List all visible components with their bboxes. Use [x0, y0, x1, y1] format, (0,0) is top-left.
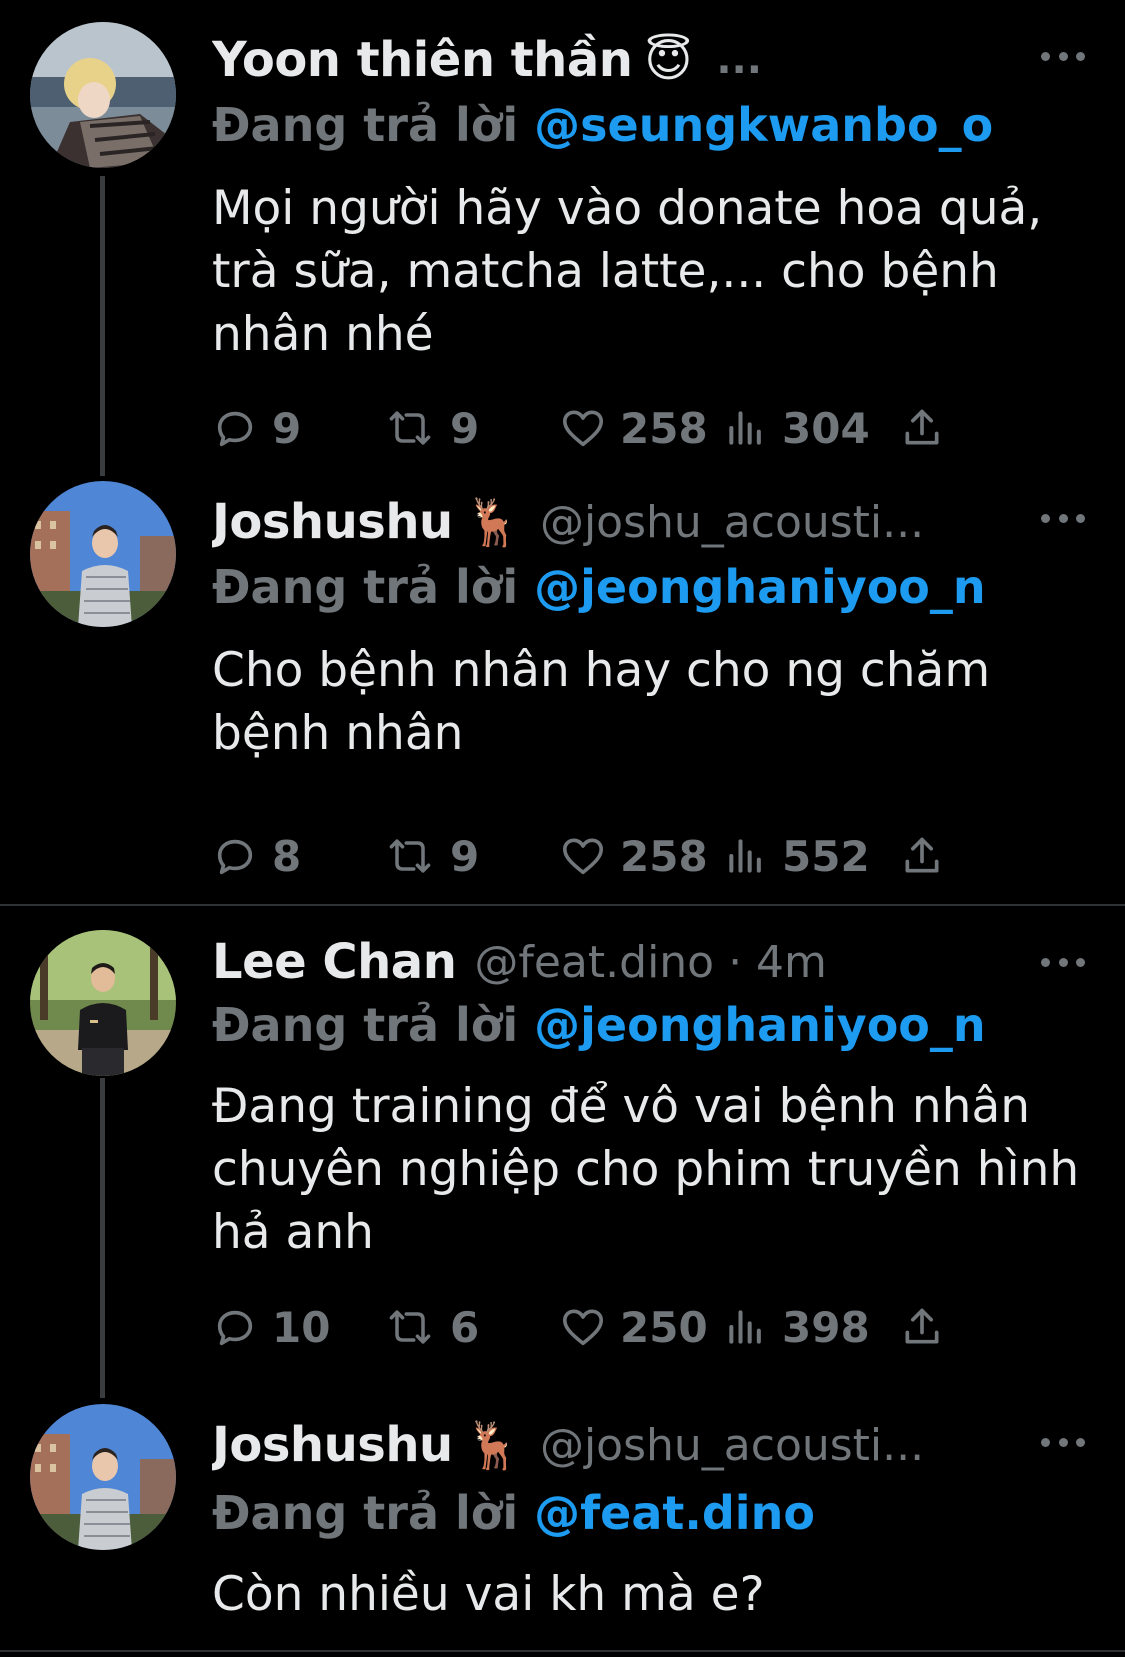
more-options-icon[interactable]	[1041, 952, 1085, 972]
views-count: 304	[782, 403, 870, 453]
views-button[interactable]: 552	[724, 826, 870, 886]
avatar[interactable]	[30, 1404, 176, 1550]
replying-to: Đang trả lời @jeonghaniyoo_n	[212, 995, 986, 1055]
share-icon	[905, 1308, 939, 1344]
share-button[interactable]	[900, 826, 958, 886]
reply-target-link[interactable]: @feat.dino	[534, 1486, 815, 1540]
views-icon	[729, 1310, 761, 1344]
replying-to-label: Đang trả lời	[212, 98, 519, 152]
tweet-text: Mọi người hãy vào donate hoa quả, trà sữ…	[212, 181, 1043, 362]
retweet-button[interactable]: 9	[384, 398, 479, 458]
share-icon	[905, 837, 939, 873]
reply-button[interactable]: 9	[212, 398, 301, 458]
retweet-button[interactable]: 6	[384, 1297, 479, 1357]
reply-count: 10	[272, 1302, 331, 1352]
retweet-count: 6	[450, 1302, 480, 1352]
views-icon	[729, 411, 761, 445]
replying-to-label: Đang trả lời	[212, 560, 519, 614]
more-options-icon[interactable]	[1041, 1432, 1085, 1452]
bottom-divider	[0, 1650, 1125, 1652]
display-name[interactable]: Yoon thiên thần	[212, 32, 633, 88]
deer-emoji-icon: 🦌	[464, 495, 522, 549]
retweet-count: 9	[450, 403, 480, 453]
thread-line	[100, 1078, 105, 1398]
tweet-header: Joshushu 🦌 @joshu_acousti...	[212, 1413, 1005, 1477]
user-handle[interactable]: @joshu_acousti...	[540, 1420, 924, 1471]
views-count: 552	[782, 831, 870, 881]
reply-target-link[interactable]: @jeonghaniyoo_n	[534, 560, 986, 614]
tweet-actions: 9 9 258 304	[212, 398, 1012, 458]
avatar[interactable]	[30, 22, 176, 168]
reply-count: 9	[272, 403, 302, 453]
retweet-icon	[389, 411, 431, 445]
thread-divider	[0, 904, 1125, 906]
user-handle[interactable]: @feat.dino · 4m	[474, 937, 827, 988]
deer-emoji-icon: 🦌	[464, 1418, 522, 1472]
reply-button[interactable]: 10	[212, 1297, 330, 1357]
share-icon	[905, 409, 939, 445]
retweet-button[interactable]: 9	[384, 826, 479, 886]
like-button[interactable]: 258	[560, 826, 708, 886]
tweet-text: Cho bệnh nhân hay cho ng chăm bệnh nhân	[212, 643, 991, 761]
replying-to: Đang trả lời @jeonghaniyoo_n	[212, 557, 986, 617]
retweet-icon	[389, 1310, 431, 1344]
like-count: 250	[620, 1302, 708, 1352]
views-button[interactable]: 398	[724, 1297, 870, 1357]
halo-emoji-icon: 😇	[644, 33, 693, 87]
share-button[interactable]	[900, 1297, 958, 1357]
reply-button[interactable]: 8	[212, 826, 301, 886]
display-name[interactable]: Lee Chan	[212, 934, 457, 990]
more-options-icon[interactable]	[1041, 508, 1085, 528]
views-button[interactable]: 304	[724, 398, 870, 458]
tweet-text: Đang training để vô vai bệnh nhân chuyên…	[212, 1079, 1080, 1260]
reply-target-link[interactable]: @seungkwanbo_o	[534, 98, 993, 152]
reply-count: 8	[272, 831, 302, 881]
truncated-handle: ...	[716, 37, 762, 83]
views-count: 398	[782, 1302, 870, 1352]
like-button[interactable]: 250	[560, 1297, 708, 1357]
retweet-icon	[389, 839, 431, 873]
like-button[interactable]: 258	[560, 398, 708, 458]
avatar[interactable]	[30, 930, 176, 1076]
retweet-count: 9	[450, 831, 480, 881]
more-options-icon[interactable]	[1041, 46, 1085, 66]
tweet-header: Yoon thiên thần 😇 ...	[212, 28, 1005, 92]
like-icon	[562, 410, 604, 447]
tweet-header: Joshushu 🦌 @joshu_acousti...	[212, 490, 1005, 554]
reply-icon	[217, 839, 253, 875]
avatar[interactable]	[30, 481, 176, 627]
display-name[interactable]: Joshushu	[212, 1417, 453, 1473]
share-button[interactable]	[900, 398, 958, 458]
user-handle[interactable]: @joshu_acousti...	[540, 497, 924, 548]
like-count: 258	[620, 831, 708, 881]
tweet-actions: 10 6 250 398	[212, 1297, 1012, 1357]
tweet-text: Còn nhiều vai kh mà e?	[212, 1567, 765, 1622]
replying-to-label: Đang trả lời	[212, 1486, 519, 1540]
replying-to-label: Đang trả lời	[212, 998, 519, 1052]
like-count: 258	[620, 403, 708, 453]
thread-line	[100, 176, 105, 476]
replying-to: Đang trả lời @feat.dino	[212, 1483, 815, 1543]
reply-icon	[217, 411, 253, 447]
tweet-header: Lee Chan @feat.dino · 4m	[212, 930, 1005, 994]
display-name[interactable]: Joshushu	[212, 494, 453, 550]
reply-icon	[217, 1310, 253, 1346]
like-icon	[562, 1309, 604, 1346]
views-icon	[729, 839, 761, 873]
like-icon	[562, 838, 604, 875]
tweet-actions: 8 9 258 552	[212, 826, 1012, 886]
replying-to: Đang trả lời @seungkwanbo_o	[212, 95, 993, 155]
reply-target-link[interactable]: @jeonghaniyoo_n	[534, 998, 986, 1052]
